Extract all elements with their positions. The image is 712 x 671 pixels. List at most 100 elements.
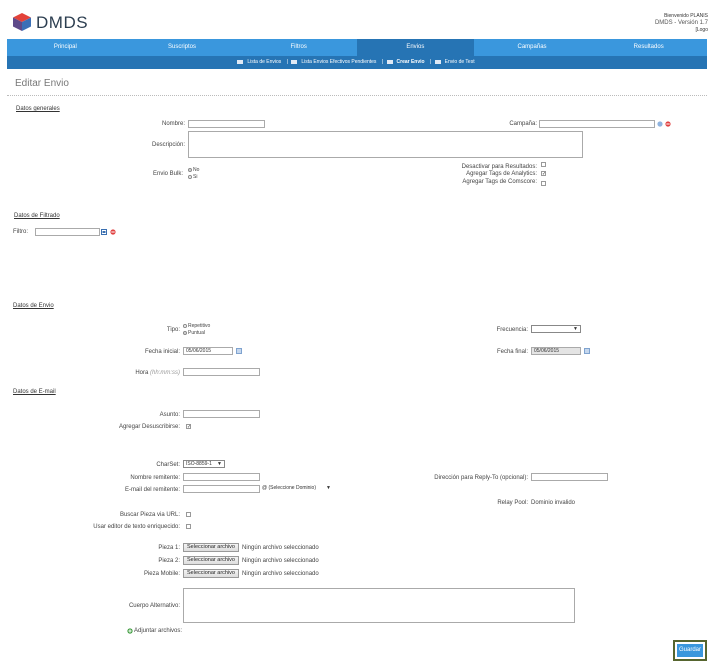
user-info: Bienvenido PLANIS DMDS - Versión 1.7 [Lo… <box>655 13 708 34</box>
buscar-pieza-checkbox[interactable] <box>186 512 191 517</box>
pieza1-file-button[interactable]: Seleccionar archivo <box>183 543 239 552</box>
tipo-repetitivo-radio[interactable]: Repetitivo <box>183 323 210 329</box>
header: DMDS Bienvenido PLANIS DMDS - Versión 1.… <box>0 0 712 38</box>
filtro-label: Filtro: <box>13 229 28 235</box>
descripcion-textarea[interactable] <box>188 131 583 158</box>
create-icon <box>386 59 393 64</box>
subnav-crear-envio[interactable]: Crear Envio <box>386 59 427 65</box>
nav-principal[interactable]: Principal <box>7 39 124 56</box>
hora-input[interactable] <box>183 368 260 376</box>
fecha-final-label: Fecha final: <box>496 349 528 355</box>
list-icon <box>237 59 244 64</box>
radio-selected-icon <box>188 167 192 172</box>
welcome-text: Bienvenido PLANIS <box>664 13 708 19</box>
fecha-inicial-input[interactable]: 05/06/2015 <box>183 347 233 355</box>
email-remitente-label: E-mail del remitente: <box>124 487 180 493</box>
relay-pool-label: Relay Pool: <box>497 500 528 506</box>
logo-cube-icon <box>13 13 31 31</box>
bulk-no-radio[interactable]: No <box>188 167 199 173</box>
dominio-select[interactable]: @ (Seleccione Dominio) ▼ <box>260 485 333 493</box>
add-icon[interactable] <box>127 628 133 634</box>
section-datos-filtrado: Datos de Filtrado <box>14 213 60 219</box>
buscar-pieza-label: Buscar Pieza via URL: <box>119 512 180 518</box>
campana-input[interactable] <box>539 120 655 128</box>
nav-campanas[interactable]: Campañas <box>474 39 591 56</box>
guardar-button[interactable]: Guardar <box>677 644 703 657</box>
section-datos-email: Datos de E-mail <box>13 389 56 395</box>
nav-resultados[interactable]: Resultados <box>590 39 707 56</box>
pieza-mobile-file-button[interactable]: Seleccionar archivo <box>183 569 239 578</box>
charset-label: CharSet: <box>156 462 180 468</box>
fecha-inicial-label: Fecha inicial: <box>144 349 180 355</box>
comscore-checkbox[interactable] <box>541 181 546 186</box>
main-nav: Principal Suscriptos Filtros Envios Camp… <box>7 39 707 56</box>
browse-icon[interactable] <box>101 229 107 235</box>
radio-icon <box>188 174 192 179</box>
analytics-label: Agregar Tags de Analytics: <box>466 171 537 177</box>
chevron-down-icon: ▼ <box>326 485 331 491</box>
subnav-envio-test[interactable]: Envio de Test <box>434 59 477 65</box>
envio-bulk-label: Envio Bulk: <box>152 171 183 177</box>
nav-suscriptos[interactable]: Suscriptos <box>124 39 241 56</box>
pieza-mobile-status: Ningún archivo seleccionado <box>242 571 319 577</box>
pieza1-label: Pieza 1: <box>158 545 180 551</box>
chevron-down-icon: ▼ <box>217 461 222 467</box>
pieza2-status: Ningún archivo seleccionado <box>242 558 319 564</box>
editor-checkbox[interactable] <box>186 524 191 529</box>
desactivar-label: Desactivar para Resultados: <box>461 164 537 170</box>
search-icon[interactable] <box>657 121 663 127</box>
divider <box>7 95 707 96</box>
fecha-final-input[interactable]: 05/06/2015 <box>531 347 581 355</box>
campana-label: Campaña: <box>509 121 537 127</box>
email-remitente-input[interactable] <box>183 485 260 493</box>
sub-nav: Lista de Envios | Lista Envios Efectivos… <box>7 56 707 69</box>
analytics-checkbox[interactable]: ✓ <box>541 171 546 177</box>
editor-label: Usar editor de texto enriquecido: <box>93 524 180 530</box>
tipo-label: Tipo: <box>166 327 180 333</box>
calendar-icon[interactable] <box>236 348 242 354</box>
clear-icon[interactable] <box>665 121 671 127</box>
replyto-label: Dirección para Reply-To (opcional): <box>434 475 528 481</box>
frecuencia-select[interactable]: ▼ <box>531 325 581 333</box>
version-text: DMDS - Versión 1.7 <box>654 20 708 26</box>
desuscribirse-checkbox[interactable]: ✓ <box>186 424 191 430</box>
nombre-input[interactable] <box>188 120 265 128</box>
charset-select[interactable]: ISO-8859-1 ▼ <box>183 460 225 468</box>
page-title: Editar Envio <box>15 78 69 89</box>
pieza1-status: Ningún archivo seleccionado <box>242 545 319 551</box>
bulk-si-radio[interactable]: Si <box>188 174 197 180</box>
section-datos-envio: Datos de Envio <box>13 303 54 309</box>
descripcion-label: Descripción: <box>151 142 185 148</box>
logout-link[interactable]: [Logo <box>655 27 708 34</box>
subnav-lista-envios[interactable]: Lista de Envios <box>237 59 283 65</box>
nombre-remitente-label: Nombre remitente: <box>130 475 180 481</box>
cuerpo-label: Cuerpo Alternativo: <box>128 603 180 609</box>
nombre-label: Nombre: <box>161 121 185 127</box>
calendar-icon[interactable] <box>584 348 590 354</box>
desuscribirse-label: Agregar Desuscribirse: <box>118 424 180 430</box>
test-icon <box>434 59 441 64</box>
cuerpo-textarea[interactable] <box>183 588 575 623</box>
list-icon <box>291 59 298 64</box>
relay-pool-value: Dominio invalido <box>531 500 576 506</box>
comscore-label: Agregar Tags de Comscore: <box>462 179 537 185</box>
nav-envios[interactable]: Envios <box>357 39 474 56</box>
replyto-input[interactable] <box>531 473 608 481</box>
chevron-down-icon: ▼ <box>573 326 578 332</box>
pieza2-file-button[interactable]: Seleccionar archivo <box>183 556 239 565</box>
subnav-lista-pendientes[interactable]: Lista Envios Efectivos Pendientes <box>291 59 378 65</box>
logo-text: DMDS <box>36 13 89 32</box>
desactivar-checkbox[interactable] <box>541 162 546 167</box>
filtro-input[interactable] <box>35 228 100 236</box>
nav-filtros[interactable]: Filtros <box>240 39 357 56</box>
asunto-label: Asunto: <box>159 412 180 418</box>
remove-icon[interactable] <box>110 229 116 235</box>
tipo-puntual-radio[interactable]: Puntual <box>183 330 205 336</box>
radio-selected-icon <box>183 330 187 335</box>
adjuntar-label[interactable]: Adjuntar archivos: <box>134 628 182 634</box>
nombre-remitente-input[interactable] <box>183 473 260 481</box>
pieza2-label: Pieza 2: <box>158 558 180 564</box>
pieza-mobile-label: Pieza Mobile: <box>143 571 180 577</box>
frecuencia-label: Frecuencia: <box>496 327 528 333</box>
asunto-input[interactable] <box>183 410 260 418</box>
